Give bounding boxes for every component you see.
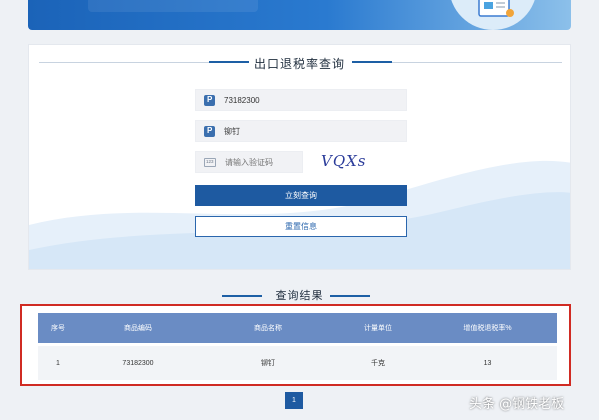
- table-row: 1 73182300 铆钉 千克 13: [38, 346, 557, 380]
- query-panel: 出口退税率查询 73182300 铆钉 VQXs 立刻查询 重置信息: [28, 44, 571, 270]
- cell-rebate-rate: 13: [483, 359, 492, 367]
- commodity-code-field[interactable]: 73182300: [195, 89, 407, 111]
- cell-index: 1: [56, 359, 60, 367]
- cell-unit: 千克: [371, 360, 385, 367]
- pagination-page-button[interactable]: 1: [285, 392, 303, 409]
- column-header: 计量单位: [364, 325, 392, 332]
- commodity-code-value: 73182300: [224, 95, 260, 105]
- title-line-right: [392, 62, 562, 63]
- title-accent-right: [352, 61, 392, 63]
- column-header: 商品名称: [254, 325, 282, 332]
- column-header: 商品编码: [124, 325, 152, 332]
- p-field-icon: [204, 125, 215, 137]
- commodity-name-value: 铆钉: [224, 126, 240, 136]
- p-field-icon: [204, 94, 215, 106]
- watermark-text: 头条 @钢铁老板: [469, 397, 565, 412]
- banner-text-ghost: [88, 0, 258, 12]
- captcha-input[interactable]: [225, 157, 305, 167]
- results-table-header: 序号 商品编码 商品名称 计量单位 增值税退税率%: [38, 313, 557, 343]
- column-header: 增值税退税率%: [463, 325, 512, 332]
- captcha-image[interactable]: VQXs: [319, 149, 381, 173]
- results-title: 查询结果: [275, 290, 324, 302]
- captcha-code-icon: [204, 157, 216, 167]
- document-check-icon: [478, 0, 514, 17]
- commodity-name-field[interactable]: 铆钉: [195, 120, 407, 142]
- results-accent-right: [330, 295, 370, 297]
- top-banner: [28, 0, 571, 30]
- query-title: 出口退税率查询: [253, 57, 345, 71]
- cell-commodity-name: 铆钉: [261, 360, 275, 367]
- cell-commodity-code: 73182300: [122, 359, 154, 367]
- captcha-text: VQXs: [321, 152, 367, 170]
- captcha-field[interactable]: [195, 151, 305, 173]
- submit-query-button[interactable]: 立刻查询: [195, 185, 407, 206]
- reset-button[interactable]: 重置信息: [195, 216, 407, 237]
- column-header: 序号: [51, 325, 65, 332]
